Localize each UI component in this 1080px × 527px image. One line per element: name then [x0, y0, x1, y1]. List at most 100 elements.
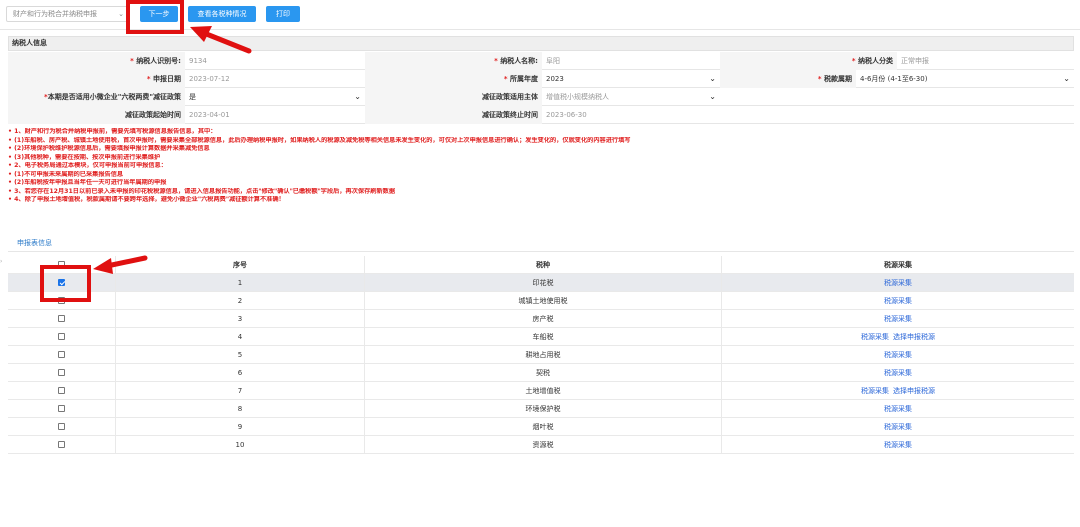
table-row: 3 房产税 税源采集: [8, 310, 1074, 328]
taxpayer-class-value: 正常申报: [901, 57, 929, 65]
row-tax-name: 环境保护税: [365, 400, 722, 418]
notice-line: • 2、电子税务局通过本模块，仅可申报当前可申报信息：: [8, 162, 167, 169]
row-tax-name: 城镇土地使用税: [365, 292, 722, 310]
collect-source-link[interactable]: 税源采集: [884, 369, 912, 377]
declare-type-value: 财产和行为税合并纳税申报: [13, 10, 97, 18]
collect-source-link[interactable]: 税源采集: [861, 333, 889, 341]
start-value: 2023-04-01: [189, 111, 230, 119]
notice-line: • (2)环境保护税维护税源信息后，需要填报申报计算数据并采集减免信息: [8, 145, 210, 152]
declare-date-label: * 申报日期: [8, 70, 185, 88]
row-tax-name: 契税: [365, 364, 722, 382]
year-value: 2023: [546, 75, 564, 83]
declare-type-select[interactable]: 财产和行为税合并纳税申报 ⌄: [6, 6, 129, 22]
notice-line: • (3)其他税种，需要在按期、按次申报前进行采集维护: [8, 153, 161, 161]
period-value: 4-6月份 (4-1至6-30): [860, 75, 928, 83]
row-actions: 税源采集: [722, 436, 1074, 454]
row-seq: 8: [116, 400, 365, 418]
row-tax-name: 烟叶税: [365, 418, 722, 436]
table-row: 1 印花税 税源采集: [8, 274, 1074, 292]
row-checkbox[interactable]: [58, 386, 65, 394]
row-actions: 税源采集: [722, 418, 1074, 436]
end-label: 减征政策终止时间: [365, 106, 542, 124]
subject-select[interactable]: 增值税小规模纳税人 ⌄: [542, 88, 720, 106]
collect-source-link[interactable]: 税源采集: [884, 315, 912, 323]
period-select[interactable]: 4-6月份 (4-1至6-30) ⌄: [856, 70, 1074, 88]
row-select-cell: [8, 328, 116, 346]
collect-source-link[interactable]: 税源采集: [861, 387, 889, 395]
row-select-cell: [8, 346, 116, 364]
header-tax: 税种: [365, 256, 722, 274]
taxpayer-id-label: * 纳税人识别号:: [8, 52, 185, 70]
table-row: 4 车船税 税源采集 选择申报税源: [8, 328, 1074, 346]
choose-source-link[interactable]: 选择申报税源: [893, 387, 935, 395]
notice-list: • 1、财产和行为税合并纳税申报前，需要先填写税源信息报告信息，其中： • (1…: [8, 128, 1074, 205]
taxpayer-info-title: 纳税人信息: [8, 36, 1074, 51]
start-label: 减征政策起始时间: [8, 106, 185, 124]
row-select-cell: [8, 436, 116, 454]
taxpayer-id-value: 9134: [189, 57, 207, 65]
row-seq: 2: [116, 292, 365, 310]
table-row: 9 烟叶税 税源采集: [8, 418, 1074, 436]
view-tax-status-button[interactable]: 查看各税种情况: [188, 6, 256, 22]
row-tax-name: 印花税: [365, 274, 722, 292]
row-checkbox[interactable]: [58, 350, 65, 358]
row-select-cell: [8, 418, 116, 436]
chevron-down-icon: ⌄: [709, 92, 716, 101]
collect-source-link[interactable]: 税源采集: [884, 405, 912, 413]
info-row: * 纳税人识别号: 9134 * 纳税人名称: 阜阳 * 纳税人分类 正常申报: [8, 52, 1074, 70]
chevron-down-icon: ⌄: [1063, 74, 1070, 83]
notice-line: • (1)不可申报未来属期的已采集报告信息: [8, 170, 124, 178]
subject-label: 减征政策适用主体: [365, 88, 542, 106]
row-actions: 税源采集: [722, 310, 1074, 328]
year-select[interactable]: 2023 ⌄: [542, 70, 720, 88]
policy-select[interactable]: 是 ⌄: [185, 88, 365, 106]
row-actions: 税源采集: [722, 400, 1074, 418]
row-seq: 7: [116, 382, 365, 400]
row-checkbox[interactable]: [58, 368, 65, 376]
period-label: * 税款属期: [720, 70, 856, 88]
row-seq: 3: [116, 310, 365, 328]
table-row: 8 环境保护税 税源采集: [8, 400, 1074, 418]
row-select-cell: [8, 400, 116, 418]
print-button[interactable]: 打印: [266, 6, 300, 22]
collect-source-link[interactable]: 税源采集: [884, 351, 912, 359]
collect-source-link[interactable]: 税源采集: [884, 441, 912, 449]
row-select-cell: [8, 310, 116, 328]
annotation-box: [40, 265, 91, 302]
row-seq: 1: [116, 274, 365, 292]
row-checkbox[interactable]: [58, 422, 65, 430]
row-tax-name: 房产税: [365, 310, 722, 328]
declare-date-value: 2023-07-12: [189, 75, 230, 83]
row-checkbox[interactable]: [58, 332, 65, 340]
row-checkbox[interactable]: [58, 440, 65, 448]
info-row: 减征政策起始时间 2023-04-01 减征政策终止时间 2023-06-30: [8, 106, 1074, 124]
row-checkbox[interactable]: [58, 314, 65, 322]
taxpayer-name-label: * 纳税人名称:: [365, 52, 542, 70]
row-checkbox[interactable]: [58, 404, 65, 412]
divider: [8, 251, 1074, 252]
chevron-down-icon: ⌄: [709, 74, 716, 83]
chevron-down-icon: ⌄: [118, 10, 124, 18]
table-row: 5 耕地占用税 税源采集: [8, 346, 1074, 364]
collect-source-link[interactable]: 税源采集: [884, 297, 912, 305]
collect-source-link[interactable]: 税源采集: [884, 423, 912, 431]
row-seq: 5: [116, 346, 365, 364]
header-seq: 序号: [116, 256, 365, 274]
info-row: *本期是否适用小微企业"六税两费"减征政策 是 ⌄ 减征政策适用主体 增值税小规…: [8, 88, 1074, 106]
year-label: * 所属年度: [365, 70, 542, 88]
policy-value: 是: [189, 93, 196, 101]
row-tax-name: 车船税: [365, 328, 722, 346]
row-tax-name: 耕地占用税: [365, 346, 722, 364]
row-actions: 税源采集 选择申报税源: [722, 328, 1074, 346]
notice-line: • (2)车船税按年申报且当年任一天可进行当年属期的申报: [8, 179, 167, 186]
side-mark: ›: [0, 258, 3, 265]
chevron-down-icon: ⌄: [354, 92, 361, 101]
policy-label: *本期是否适用小微企业"六税两费"减征政策: [8, 88, 185, 106]
row-actions: 税源采集: [722, 346, 1074, 364]
choose-source-link[interactable]: 选择申报税源: [893, 333, 935, 341]
table-row: 10 资源税 税源采集: [8, 436, 1074, 454]
collect-source-link[interactable]: 税源采集: [884, 279, 912, 287]
header-collect: 税源采集: [884, 261, 912, 269]
row-seq: 6: [116, 364, 365, 382]
row-actions: 税源采集: [722, 274, 1074, 292]
